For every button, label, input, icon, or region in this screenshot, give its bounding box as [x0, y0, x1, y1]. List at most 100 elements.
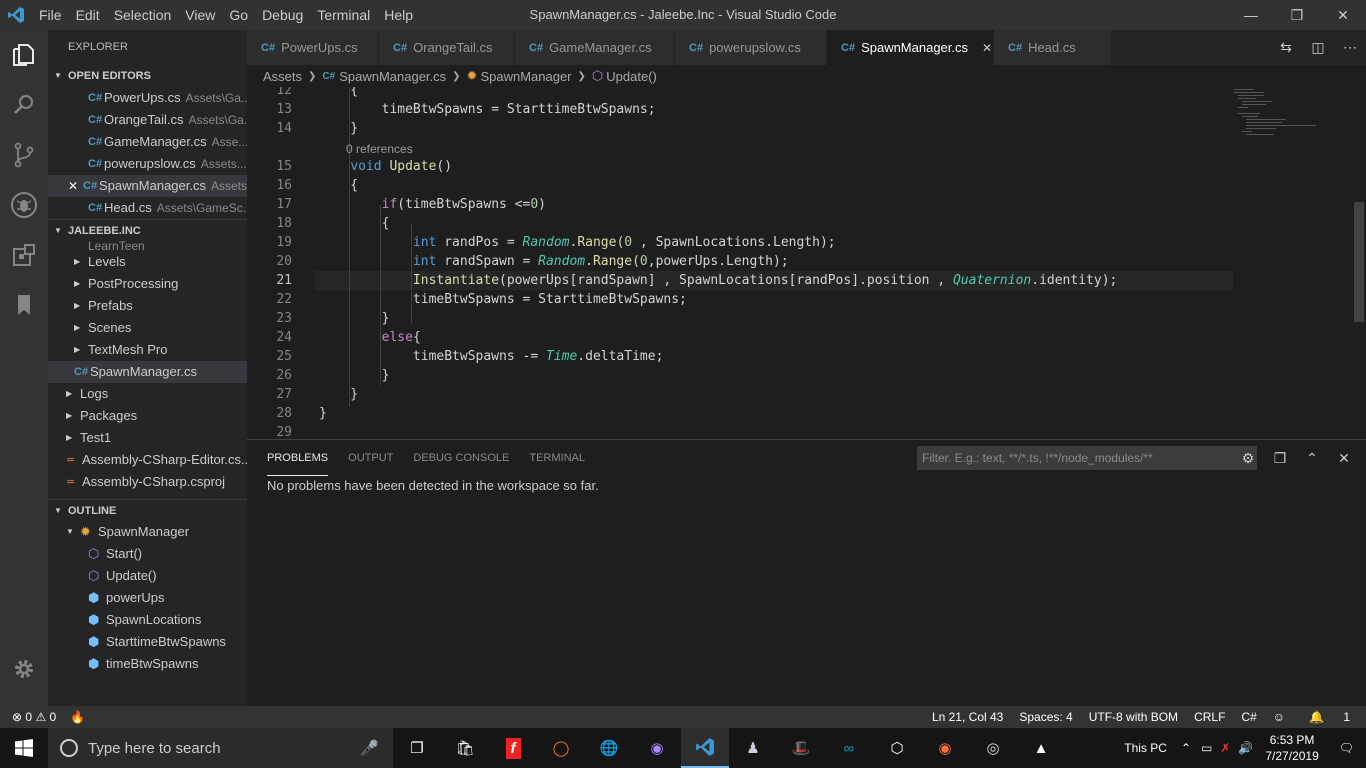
breadcrumb-item[interactable]: Update(): [606, 69, 657, 84]
tree-folder[interactable]: ▶ Prefabs: [48, 295, 247, 317]
vscode-taskbar-icon[interactable]: [681, 728, 729, 768]
search-icon[interactable]: [0, 80, 48, 130]
tree-folder[interactable]: ▶ Test1: [48, 427, 247, 449]
menu-debug[interactable]: Debug: [255, 0, 310, 30]
tab-terminal[interactable]: TERMINAL: [529, 440, 585, 476]
tree-folder[interactable]: ▶ PostProcessing: [48, 273, 247, 295]
outline-header[interactable]: ▼ OUTLINE: [48, 499, 247, 521]
battery-icon[interactable]: ▭: [1197, 741, 1216, 755]
indentation[interactable]: Spaces: 4: [1011, 710, 1080, 724]
clock[interactable]: 6:53 PM 7/27/2019: [1257, 732, 1326, 764]
app-hat-icon[interactable]: 🎩: [777, 728, 825, 768]
this-pc-toolbar[interactable]: This PC: [1116, 741, 1175, 755]
tree-file[interactable]: ≃ Assembly-CSharp-Editor.cs...: [48, 449, 247, 471]
breadcrumb-item[interactable]: SpawnManager.cs: [339, 69, 446, 84]
close-tab-icon[interactable]: ✕: [982, 41, 992, 55]
task-view-icon[interactable]: ❐: [393, 728, 441, 768]
code-editor[interactable]: 12 { 13 timeBtwSpawns = StarttimeBtwSpaw…: [247, 87, 1366, 439]
notifications[interactable]: 🔔 1: [1293, 710, 1366, 724]
windows-start-icon[interactable]: [0, 728, 48, 768]
end-of-line[interactable]: CRLF: [1186, 710, 1233, 724]
breadcrumb-item[interactable]: Assets: [263, 69, 302, 84]
outline-item[interactable]: ⬢ timeBtwSpawns: [48, 653, 247, 675]
open-editor-item[interactable]: C# GameManager.cs Asse...: [48, 131, 247, 153]
restore-icon[interactable]: ❐: [1274, 0, 1320, 30]
blender-icon[interactable]: ◯: [537, 728, 585, 768]
outline-item[interactable]: ⬡ Start(): [48, 543, 247, 565]
tab-output[interactable]: OUTPUT: [348, 440, 393, 476]
store-icon[interactable]: 🛍: [441, 728, 489, 768]
network-icon[interactable]: ✗: [1216, 741, 1234, 755]
outline-root[interactable]: ▼ ✹ SpawnManager: [48, 521, 247, 543]
open-editor-item[interactable]: C#OrangeTail.cs Assets\Ga...: [48, 109, 247, 131]
menu-selection[interactable]: Selection: [107, 0, 179, 30]
filter-settings-icon[interactable]: ⚙: [1232, 446, 1264, 470]
tab-powerupslow[interactable]: C# powerupslow.cs: [675, 30, 827, 65]
flame-icon[interactable]: 🔥: [70, 710, 85, 724]
unity-icon[interactable]: ▲: [1017, 728, 1065, 768]
extensions-icon[interactable]: [0, 230, 48, 280]
language-mode[interactable]: C#: [1233, 710, 1264, 724]
codelens-references[interactable]: 0 references: [346, 142, 413, 156]
tree-file-selected[interactable]: C# SpawnManager.cs: [48, 361, 247, 383]
taskbar-search[interactable]: Type here to search 🎤: [48, 728, 393, 768]
show-hidden-icons[interactable]: ⌃: [1175, 741, 1197, 755]
tree-folder[interactable]: ▶ Scenes: [48, 317, 247, 339]
menu-view[interactable]: View: [178, 0, 222, 30]
open-editors-header[interactable]: ▼ OPEN EDITORS: [48, 65, 247, 87]
more-actions-icon[interactable]: ⋯: [1334, 39, 1366, 56]
problems-filter-input[interactable]: Filter. E.g.: text, **/*.ts, !**/node_mo…: [917, 446, 1257, 470]
open-editor-item[interactable]: C# PowerUps.cs Assets\Ga...: [48, 87, 247, 109]
outline-item[interactable]: ⬢ powerUps: [48, 587, 247, 609]
source-control-icon[interactable]: [0, 130, 48, 180]
tree-item-partial[interactable]: LearnTeen: [48, 241, 247, 251]
arduino-icon[interactable]: ∞: [825, 728, 873, 768]
collapse-all-icon[interactable]: ❐: [1264, 446, 1296, 470]
firefox-icon[interactable]: ◉: [921, 728, 969, 768]
tree-file[interactable]: ≃ Assembly-CSharp.csproj: [48, 471, 247, 493]
menu-edit[interactable]: Edit: [69, 0, 107, 30]
tab-powerups[interactable]: C# PowerUps.cs: [247, 30, 379, 65]
app-f-icon[interactable]: f: [489, 728, 537, 768]
menu-help[interactable]: Help: [377, 0, 420, 30]
explorer-icon[interactable]: [0, 30, 48, 80]
cursor-position[interactable]: Ln 21, Col 43: [924, 710, 1011, 724]
action-center-icon[interactable]: 🗨: [1327, 741, 1366, 755]
close-icon[interactable]: ✕: [1320, 0, 1366, 30]
microphone-icon[interactable]: 🎤: [360, 739, 379, 757]
encoding[interactable]: UTF-8 with BOM: [1081, 710, 1186, 724]
obs-icon[interactable]: ◎: [969, 728, 1017, 768]
tab-debug-console[interactable]: DEBUG CONSOLE: [413, 440, 509, 476]
maximize-panel-icon[interactable]: ⌃: [1296, 446, 1328, 470]
tree-folder[interactable]: ▶ TextMesh Pro: [48, 339, 247, 361]
tab-orangetail[interactable]: C# OrangeTail.cs: [379, 30, 515, 65]
minimize-icon[interactable]: —: [1228, 0, 1274, 30]
scrollbar-thumb[interactable]: [1354, 202, 1364, 322]
menu-file[interactable]: File: [32, 0, 69, 30]
app-cat-icon[interactable]: ◉: [633, 728, 681, 768]
feedback-smiley-icon[interactable]: ☺: [1265, 710, 1293, 724]
tab-head[interactable]: C# Head.cs: [994, 30, 1112, 65]
tab-problems[interactable]: PROBLEMS: [267, 440, 329, 476]
bookmark-icon[interactable]: [0, 280, 48, 330]
split-editor-icon[interactable]: ◫: [1302, 39, 1334, 56]
unity-hub-icon[interactable]: ⬡: [873, 728, 921, 768]
tree-folder[interactable]: ▶ Packages: [48, 405, 247, 427]
app-globe-icon[interactable]: 🌐: [585, 728, 633, 768]
outline-item[interactable]: ⬢ StarttimeBtwSpawns: [48, 631, 247, 653]
minimap[interactable]: [1232, 87, 1352, 147]
open-editor-item[interactable]: C# Head.cs Assets\GameSc...: [48, 197, 247, 219]
close-editor-icon[interactable]: ✕: [68, 175, 83, 197]
tree-folder[interactable]: ▶ Logs: [48, 383, 247, 405]
volume-icon[interactable]: 🔊: [1234, 741, 1257, 755]
close-panel-icon[interactable]: ✕: [1328, 446, 1360, 470]
editor-scrollbar[interactable]: [1352, 87, 1366, 439]
breadcrumb-item[interactable]: SpawnManager: [480, 69, 571, 84]
tab-gamemanager[interactable]: C# GameManager.cs: [515, 30, 675, 65]
outline-item[interactable]: ⬢ SpawnLocations: [48, 609, 247, 631]
open-editor-item[interactable]: C# powerupslow.cs Assets...: [48, 153, 247, 175]
workspace-header[interactable]: ▼ JALEEBE.INC: [48, 219, 247, 241]
tree-folder[interactable]: ▶ Levels: [48, 251, 247, 273]
problems-indicator[interactable]: ⊗ 0 ⚠ 0 🔥: [0, 710, 85, 724]
outline-item[interactable]: ⬡ Update(): [48, 565, 247, 587]
